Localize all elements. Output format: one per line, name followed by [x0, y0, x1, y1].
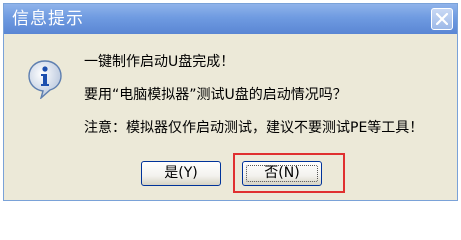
info-icon [28, 60, 62, 99]
dialog-title: 信息提示 [12, 9, 84, 29]
message-line-3: 注意：模拟器仅作启动测试，建议不要测试PE等工具！ [84, 120, 424, 136]
yes-button[interactable]: 是(Y) [141, 161, 221, 186]
title-bar[interactable]: 信息提示 [4, 4, 457, 34]
dialog-window: 信息提示 一键制作启动U盘完成！ 要用“电脑模拟器”测试U盘的启动情况吗？ 注意… [3, 3, 458, 201]
close-button[interactable] [431, 8, 453, 30]
message-line-1: 一键制作启动U盘完成！ [84, 54, 235, 70]
highlight-box [233, 153, 345, 193]
yes-button-label: 是(Y) [164, 165, 198, 181]
close-icon [436, 13, 448, 25]
message-line-2: 要用“电脑模拟器”测试U盘的启动情况吗？ [84, 87, 347, 103]
